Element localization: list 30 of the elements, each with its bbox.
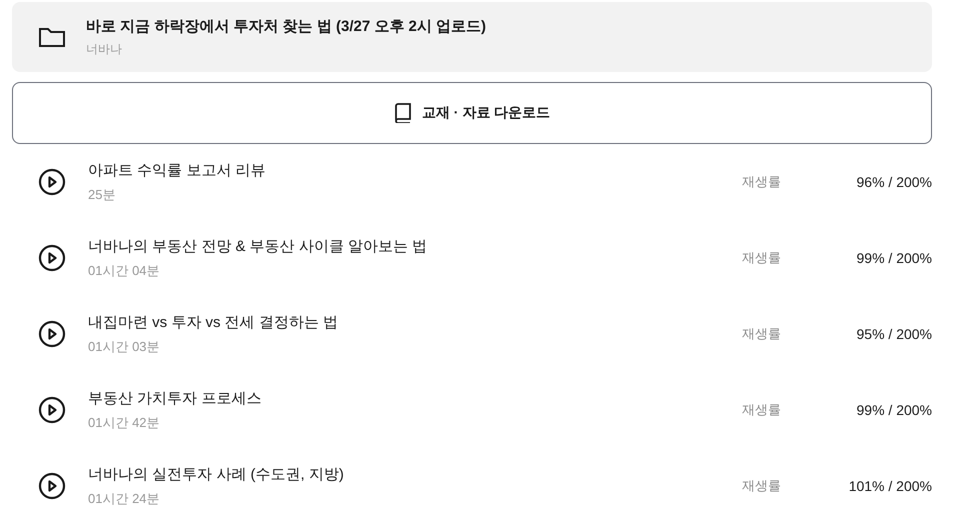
lesson-duration: 01시간 04분 (88, 262, 161, 280)
lesson-title: 너바나의 부동산 전망 & 부동산 사이클 알아보는 법 (88, 236, 428, 256)
playback-rate: 95% / 200% (856, 326, 932, 342)
playback-rate-label: 재생률 (742, 401, 782, 419)
course-author: 너바나 (86, 40, 123, 58)
playback-rate: 96% / 200% (856, 174, 932, 190)
play-icon[interactable] (38, 472, 66, 500)
download-button[interactable]: 교재 · 자료 다운로드 (12, 82, 932, 144)
play-icon[interactable] (38, 396, 66, 424)
lesson-title: 너바나의 실전투자 사례 (수도권, 지방) (88, 464, 345, 484)
lesson-duration: 01시간 42분 (88, 414, 161, 432)
lesson-title: 아파트 수익률 보고서 리뷰 (88, 160, 267, 180)
playback-rate-label: 재생률 (742, 173, 782, 191)
playback-rate: 101% / 200% (848, 478, 932, 494)
course-title: 바로 지금 하락장에서 투자처 찾는 법 (3/27 오후 2시 업로드) (86, 16, 486, 36)
lesson-title: 부동산 가치투자 프로세스 (88, 388, 262, 408)
play-icon[interactable] (38, 244, 66, 272)
lesson-duration: 25분 (88, 186, 116, 204)
playback-rate-label: 재생률 (742, 249, 782, 267)
lesson-title: 내집마련 vs 투자 vs 전세 결정하는 법 (88, 312, 340, 332)
playback-rate: 99% / 200% (856, 250, 932, 266)
playback-rate-label: 재생률 (742, 325, 782, 343)
play-icon[interactable] (38, 320, 66, 348)
playback-rate-label: 재생률 (742, 477, 782, 495)
folder-icon (38, 25, 66, 49)
lesson-duration: 01시간 24분 (88, 490, 161, 508)
play-icon[interactable] (38, 168, 66, 196)
book-icon (394, 103, 412, 123)
lesson-duration: 01시간 03분 (88, 338, 161, 356)
playback-rate: 99% / 200% (856, 402, 932, 418)
